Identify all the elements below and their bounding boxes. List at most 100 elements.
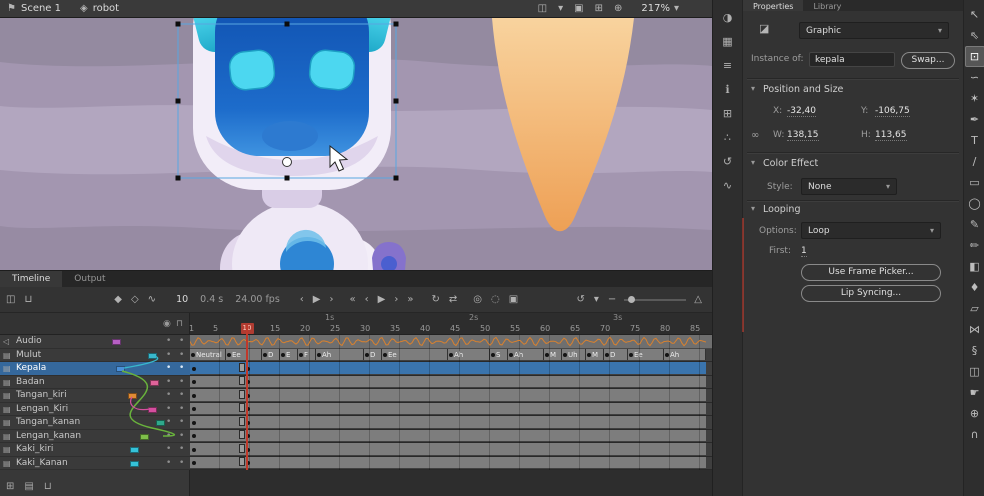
section-caret-icon[interactable]: ▾: [751, 204, 755, 213]
frame-span[interactable]: [190, 430, 706, 442]
add-camera-icon[interactable]: ◫: [6, 294, 15, 305]
paint-bucket-tool[interactable]: ◧: [965, 256, 984, 277]
frame-span[interactable]: [190, 376, 706, 388]
mouth-frame-segment[interactable]: Uh: [562, 349, 586, 361]
zoom-out-frames-icon[interactable]: −: [608, 294, 616, 305]
layer-row[interactable]: ▤Badan••: [0, 376, 190, 390]
layer-parent-chip[interactable]: [128, 393, 137, 399]
free-transform-tool[interactable]: ⊡: [965, 46, 984, 67]
delete-icon[interactable]: ⊔: [24, 294, 32, 305]
magic-wand-tool[interactable]: ✶: [965, 88, 984, 109]
breadcrumb-symbol[interactable]: robot: [93, 3, 119, 14]
frame-span[interactable]: [190, 443, 706, 455]
paste-board-icon[interactable]: ▣: [574, 0, 583, 18]
timeline-tab-timeline[interactable]: Timeline: [0, 271, 62, 287]
info-panel-icon[interactable]: ℹ: [716, 78, 740, 100]
stage-zoom-control[interactable]: 217% ▾: [641, 0, 679, 18]
mouth-frame-segment[interactable]: Ee: [628, 349, 664, 361]
layer-parent-chip[interactable]: [116, 366, 125, 372]
mouth-frame-segment[interactable]: S: [490, 349, 508, 361]
frame-rate-value[interactable]: 24.00 fps: [235, 294, 280, 305]
pen-tool[interactable]: ✒: [965, 109, 984, 130]
mouth-frame-segment[interactable]: M: [586, 349, 604, 361]
loop-options-dropdown[interactable]: Loop ▾: [801, 222, 941, 239]
layer-row[interactable]: ▤Tangan_kanan••: [0, 416, 190, 430]
frame-grid[interactable]: NeutralEeDEFAhDEeAhSAhMUhMDEeAh: [190, 335, 712, 470]
frame-span[interactable]: [190, 403, 706, 415]
layer-visibility-dot[interactable]: •: [166, 416, 171, 429]
first-frame-value[interactable]: 1: [801, 246, 807, 257]
layer-visibility-dot[interactable]: •: [166, 403, 171, 416]
center-stage-icon[interactable]: ⊕: [614, 0, 622, 18]
step-back-icon[interactable]: ‹: [300, 294, 304, 305]
frame-row[interactable]: [190, 416, 712, 430]
layer-lock-dot[interactable]: •: [179, 443, 184, 456]
width-tool[interactable]: ⋈: [965, 319, 984, 340]
play-range-icon[interactable]: ▶: [378, 294, 386, 305]
edit-multiple-frames-icon[interactable]: ▣: [509, 294, 518, 305]
looping-section-title[interactable]: Looping: [763, 204, 800, 215]
align-panel-icon[interactable]: ≡: [716, 54, 740, 76]
h-value[interactable]: 113,65: [875, 130, 907, 141]
mouth-frame-segment[interactable]: Neutral: [190, 349, 226, 361]
text-tool[interactable]: T: [965, 130, 984, 151]
layer-lock-dot[interactable]: •: [179, 376, 184, 389]
layer-parent-chip[interactable]: [130, 447, 139, 453]
color-panel-icon[interactable]: ◑: [716, 6, 740, 28]
camera-tool[interactable]: ◫: [965, 361, 984, 382]
layer-lock-dot[interactable]: •: [179, 430, 184, 443]
zoom-caret-icon[interactable]: ▾: [674, 0, 679, 18]
frame-row[interactable]: [190, 376, 712, 390]
mouth-frame-segment[interactable]: D: [604, 349, 628, 361]
caret-down-icon[interactable]: ▾: [594, 294, 599, 305]
camera-caret-icon[interactable]: ▾: [558, 0, 563, 18]
frame-row[interactable]: [190, 389, 712, 403]
new-layer-icon[interactable]: ⊞: [6, 481, 14, 492]
line-tool[interactable]: ∕: [965, 151, 984, 172]
layer-row[interactable]: ▤Lengan_kanan••: [0, 430, 190, 444]
lasso-tool[interactable]: ∽: [965, 67, 984, 88]
timeline-zoom-slider[interactable]: [624, 299, 686, 301]
position-size-section-title[interactable]: Position and Size: [763, 84, 843, 95]
go-last-frame-icon[interactable]: »: [407, 294, 413, 305]
eraser-tool[interactable]: ▱: [965, 298, 984, 319]
mouth-frame-segment[interactable]: F: [298, 349, 316, 361]
layer-visibility-dot[interactable]: •: [166, 430, 171, 443]
prev-keyframe-icon[interactable]: ‹: [365, 294, 369, 305]
timeline-zoom-knob[interactable]: [628, 296, 635, 303]
timeline-zoom-in-icon[interactable]: △: [694, 294, 702, 305]
reset-timeline-zoom-icon[interactable]: ↺: [576, 294, 584, 305]
mouth-frame-segment[interactable]: Ah: [508, 349, 544, 361]
next-keyframe-icon[interactable]: ›: [394, 294, 398, 305]
layer-lock-dot[interactable]: •: [179, 349, 184, 362]
layer-visibility-dot[interactable]: •: [166, 335, 171, 348]
frame-row[interactable]: [190, 335, 712, 349]
zoom-level-value[interactable]: 217%: [641, 3, 670, 14]
frame-span[interactable]: [190, 416, 706, 428]
layer-lock-dot[interactable]: •: [179, 362, 184, 375]
mouth-frame-segment[interactable]: D: [262, 349, 280, 361]
symbol-type-dropdown[interactable]: Graphic ▾: [799, 22, 949, 39]
layer-visibility-dot[interactable]: •: [166, 457, 171, 470]
breadcrumb-scene[interactable]: Scene 1: [21, 3, 61, 14]
layer-parent-chip[interactable]: [130, 461, 139, 467]
layer-parent-chip[interactable]: [150, 380, 159, 386]
selection-tool[interactable]: ↖: [965, 4, 984, 25]
layer-row[interactable]: ▤Mulut••: [0, 349, 190, 363]
history-panel-icon[interactable]: ↺: [716, 150, 740, 172]
show-hide-all-layers-icon[interactable]: ◉: [163, 319, 171, 329]
link-dimensions-icon[interactable]: ∞: [751, 130, 759, 141]
mouth-frame-segment[interactable]: Ee: [382, 349, 448, 361]
loop-playback-icon[interactable]: ↻: [431, 294, 439, 305]
frame-row[interactable]: [190, 457, 712, 471]
rectangle-tool[interactable]: ▭: [965, 172, 984, 193]
layer-row[interactable]: ▤Kaki_Kanan••: [0, 457, 190, 471]
lock-all-layers-icon[interactable]: ⊓: [176, 319, 183, 329]
layer-lock-dot[interactable]: •: [179, 389, 184, 402]
frame-row[interactable]: [190, 362, 712, 376]
hand-tool[interactable]: ☛: [965, 382, 984, 403]
layer-row[interactable]: ▤Kepala••: [0, 362, 190, 376]
layer-visibility-dot[interactable]: •: [166, 389, 171, 402]
play-icon[interactable]: ▶: [313, 294, 321, 305]
new-folder-icon[interactable]: ▤: [24, 481, 33, 492]
